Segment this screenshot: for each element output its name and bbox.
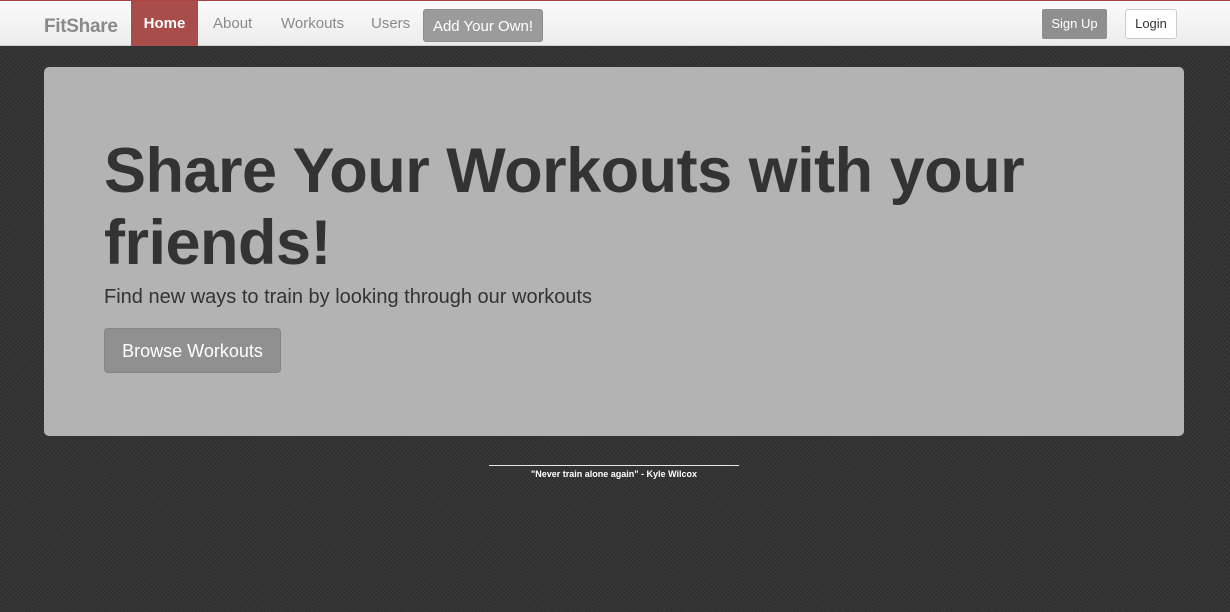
nav-item-users[interactable]: Users: [371, 1, 410, 46]
add-your-own-button[interactable]: Add Your Own!: [423, 9, 543, 42]
login-button[interactable]: Login: [1125, 9, 1177, 39]
nav-item-home[interactable]: Home: [131, 1, 198, 46]
hero-subtitle: Find new ways to train by looking throug…: [104, 286, 593, 308]
footer-divider: [489, 465, 739, 466]
browse-workouts-button[interactable]: Browse Workouts: [104, 328, 281, 373]
footer-quote: "Never train alone again" - Kyle Wilcox: [530, 469, 697, 479]
nav-item-workouts[interactable]: Workouts: [281, 1, 344, 46]
top-navbar: FitShare Home About Workouts Users Add Y…: [0, 0, 1230, 46]
brand-logo-link[interactable]: FitShare: [44, 16, 118, 38]
hero-jumbotron: Share Your Workouts with your friends! F…: [44, 67, 1184, 436]
hero-title: Share Your Workouts with your friends!: [104, 136, 1025, 278]
sign-up-button[interactable]: Sign Up: [1042, 9, 1107, 39]
nav-item-about[interactable]: About: [213, 1, 252, 46]
